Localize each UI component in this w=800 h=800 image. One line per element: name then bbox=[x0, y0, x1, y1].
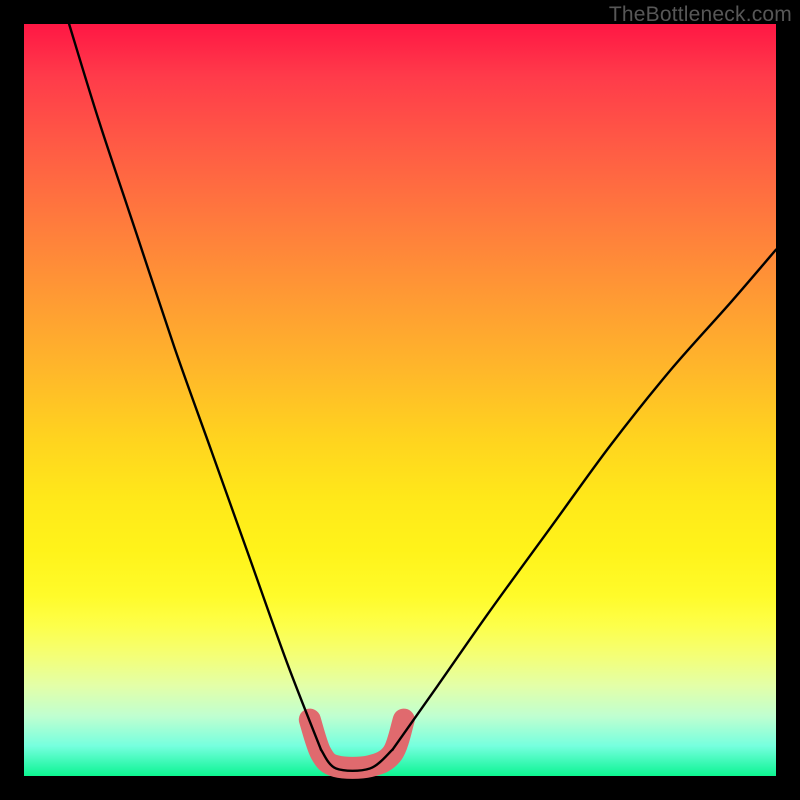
left-curve-path bbox=[69, 24, 321, 750]
curve-layer bbox=[24, 24, 776, 776]
chart-frame: TheBottleneck.com bbox=[0, 0, 800, 800]
right-curve-path bbox=[393, 250, 777, 750]
highlight-marker-path bbox=[310, 720, 404, 768]
plot-area bbox=[24, 24, 776, 776]
